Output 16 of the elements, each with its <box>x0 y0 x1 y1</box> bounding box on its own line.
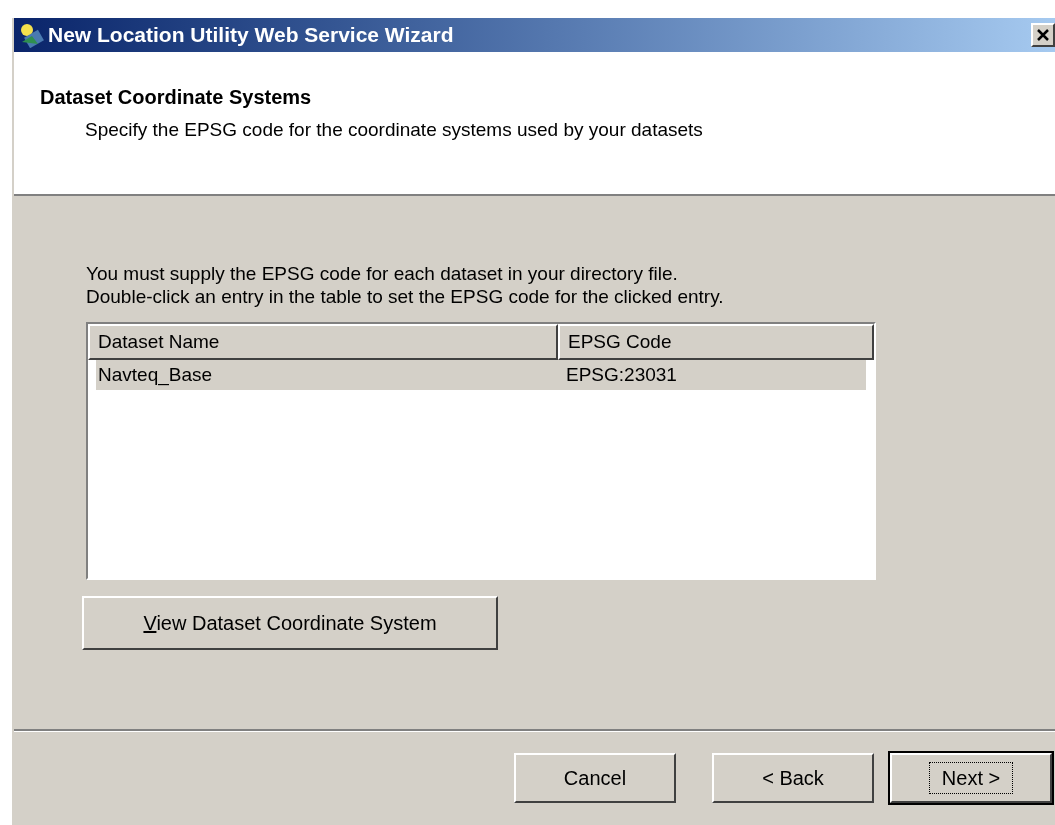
column-header[interactable]: EPSG Code <box>558 324 874 360</box>
close-button[interactable] <box>1031 23 1055 47</box>
table-cell-text: EPSG:23031 <box>566 362 677 387</box>
wizard-button[interactable]: Cancel <box>514 753 676 803</box>
close-icon <box>1037 29 1049 41</box>
table-cell-text: Navteq_Base <box>97 362 214 388</box>
page-subtitle: Specify the EPSG code for the coordinate systems used by your datasets <box>85 118 704 142</box>
page-title: Dataset Coordinate Systems <box>40 85 313 110</box>
table-row[interactable]: Navteq_Base EPSG:23031 <box>96 360 866 390</box>
wizard-button[interactable]: Next > <box>890 753 1052 803</box>
instruction-text: You must supply the EPSG code for each dataset in your directory file. <box>86 262 679 285</box>
column-header[interactable]: Dataset Name <box>88 324 558 360</box>
window-title: New Location Utility Web Service Wizard <box>48 22 454 49</box>
view-coordinate-system-button[interactable]: View Dataset Coordinate System <box>82 596 498 650</box>
instruction-text: Double-click an entry in the table to set the EPSG code for the clicked entry. <box>86 285 725 308</box>
wizard-button[interactable]: < Back <box>712 753 874 803</box>
